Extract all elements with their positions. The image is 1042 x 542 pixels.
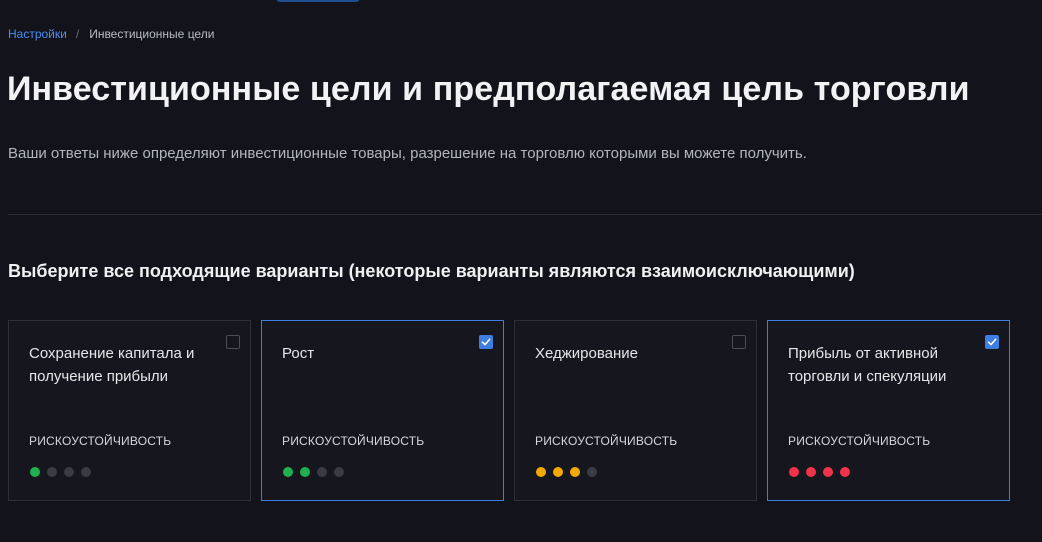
risk-dot [300, 467, 310, 477]
risk-level-indicator [283, 467, 351, 477]
risk-dot [30, 467, 40, 477]
card-title: Сохранение капитала и получение прибыли [29, 345, 195, 385]
risk-dot [283, 467, 293, 477]
objective-card-hedging[interactable]: Хеджирование РИСКОУСТОЙЧИВОСТЬ [514, 320, 757, 501]
checkbox[interactable] [732, 335, 746, 349]
card-title: Прибыль от активной торговли и спекуляци… [788, 345, 947, 385]
checkbox[interactable] [226, 335, 240, 349]
risk-dot [789, 467, 799, 477]
breadcrumb: Настройки / Инвестиционные цели [8, 27, 214, 41]
divider [8, 214, 1042, 215]
page-description: Ваши ответы ниже определяют инвестиционн… [8, 145, 807, 162]
risk-label: РИСКОУСТОЙЧИВОСТЬ [282, 434, 425, 448]
risk-dot [81, 467, 91, 477]
risk-dot [47, 467, 57, 477]
risk-level-indicator [536, 467, 604, 477]
section-title: Выберите все подходящие варианты (некото… [8, 261, 855, 281]
risk-dot [587, 467, 597, 477]
risk-dot [553, 467, 563, 477]
objective-card-capital-preservation[interactable]: Сохранение капитала и получение прибыли … [8, 320, 251, 501]
risk-dot [64, 467, 74, 477]
risk-level-indicator [789, 467, 857, 477]
objective-cards: Сохранение капитала и получение прибыли … [8, 320, 1020, 501]
risk-dot [536, 467, 546, 477]
breadcrumb-separator: / [75, 27, 80, 41]
breadcrumb-link-settings[interactable]: Настройки [8, 27, 67, 41]
checkmark-icon [987, 338, 997, 346]
risk-label: РИСКОУСТОЙЧИВОСТЬ [788, 434, 931, 448]
risk-dot [334, 467, 344, 477]
card-title: Рост [282, 345, 315, 362]
top-tab-indicator [276, 0, 360, 2]
risk-label: РИСКОУСТОЙЧИВОСТЬ [29, 434, 172, 448]
objective-card-growth[interactable]: Рост РИСКОУСТОЙЧИВОСТЬ [261, 320, 504, 501]
risk-label: РИСКОУСТОЙЧИВОСТЬ [535, 434, 678, 448]
risk-dot [823, 467, 833, 477]
risk-dot [806, 467, 816, 477]
risk-dot [570, 467, 580, 477]
risk-level-indicator [30, 467, 98, 477]
checkmark-icon [481, 338, 491, 346]
breadcrumb-current: Инвестиционные цели [89, 27, 215, 41]
risk-dot [840, 467, 850, 477]
page-title: Инвестиционные цели и предполагаемая цел… [7, 70, 970, 108]
objective-card-speculation[interactable]: Прибыль от активной торговли и спекуляци… [767, 320, 1010, 501]
risk-dot [317, 467, 327, 477]
checkbox[interactable] [985, 335, 999, 349]
checkbox[interactable] [479, 335, 493, 349]
card-title: Хеджирование [535, 345, 639, 362]
